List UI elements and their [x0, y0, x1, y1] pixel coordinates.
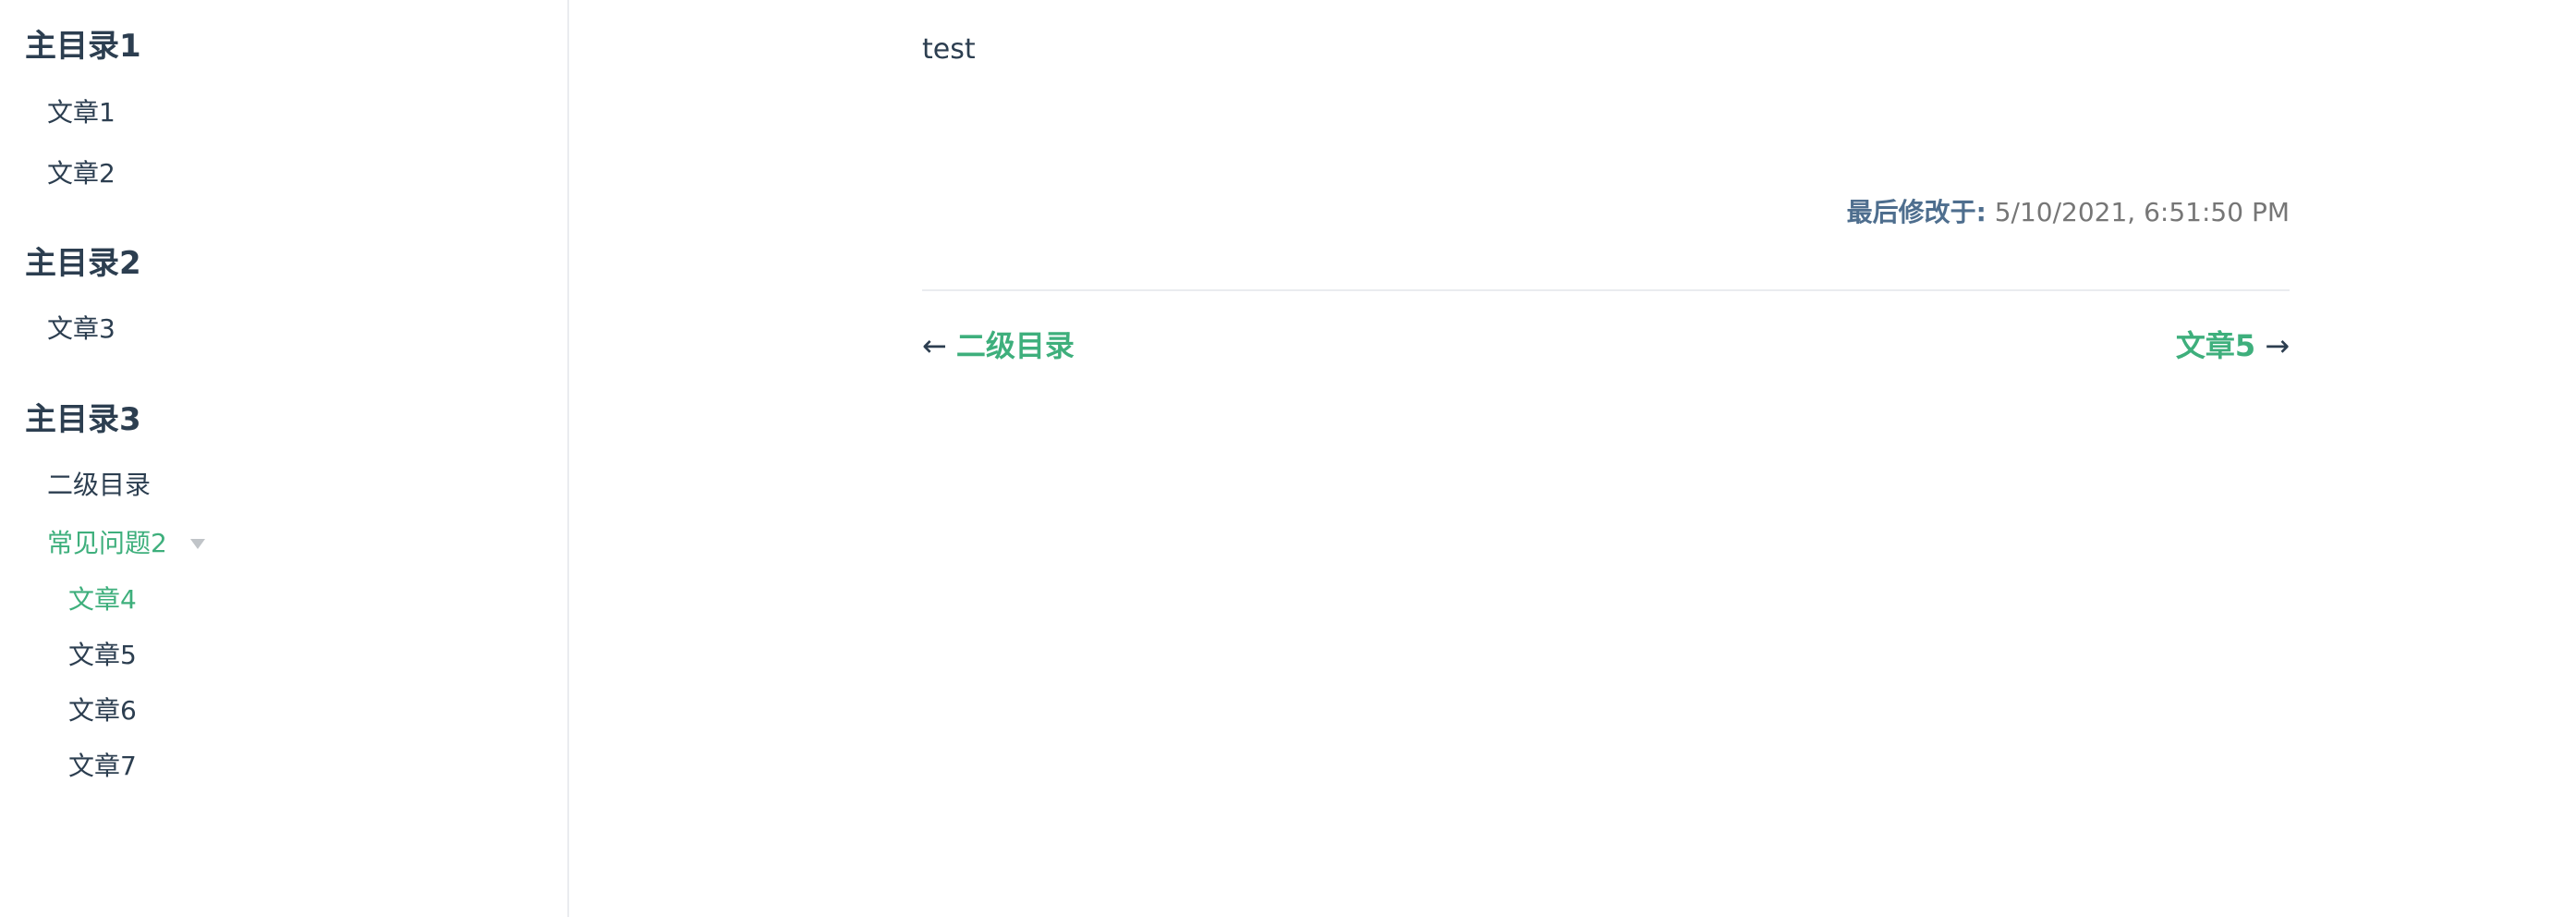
sidebar-group-title-1[interactable]: 主目录1: [25, 28, 141, 65]
main-content: test 最后修改于: 5/10/2021, 6:51:50 PM ← 二级目录 …: [571, 0, 2576, 917]
last-updated-value: 5/10/2021, 6:51:50 PM: [1994, 197, 2290, 227]
sidebar-item-article-2[interactable]: 文章2: [47, 157, 115, 190]
caret-down-icon[interactable]: [190, 539, 205, 549]
arrow-right-icon: →: [2265, 328, 2290, 363]
sidebar-group-title-3[interactable]: 主目录3: [25, 401, 141, 438]
sidebar: 主目录1 文章1 文章2 主目录2 文章3 主目录3 二级目录 常见问题2 文章…: [0, 0, 569, 917]
sidebar-item-article-1[interactable]: 文章1: [47, 96, 115, 129]
sidebar-group-title-2[interactable]: 主目录2: [25, 245, 141, 282]
page: 主目录1 文章1 文章2 主目录2 文章3 主目录3 二级目录 常见问题2 文章…: [0, 0, 2576, 917]
next-page-label[interactable]: 文章5: [2176, 328, 2255, 363]
sidebar-item-subdirectory[interactable]: 二级目录: [47, 469, 151, 502]
sidebar-item-article-4[interactable]: 文章4: [68, 583, 137, 617]
next-page-link[interactable]: 文章5 →: [922, 327, 2290, 364]
sidebar-item-article-3[interactable]: 文章3: [47, 312, 115, 346]
sidebar-item-article-7[interactable]: 文章7: [68, 750, 137, 783]
last-updated: 最后修改于: 5/10/2021, 6:51:50 PM: [922, 194, 2290, 231]
last-updated-label: 最后修改于:: [1846, 197, 1987, 227]
page-nav-divider: [922, 289, 2290, 291]
sidebar-item-article-5[interactable]: 文章5: [68, 639, 137, 672]
sidebar-subgroup-faq-2[interactable]: 常见问题2: [47, 527, 167, 560]
article-body-text: test: [922, 33, 976, 66]
sidebar-item-article-6[interactable]: 文章6: [68, 694, 137, 727]
